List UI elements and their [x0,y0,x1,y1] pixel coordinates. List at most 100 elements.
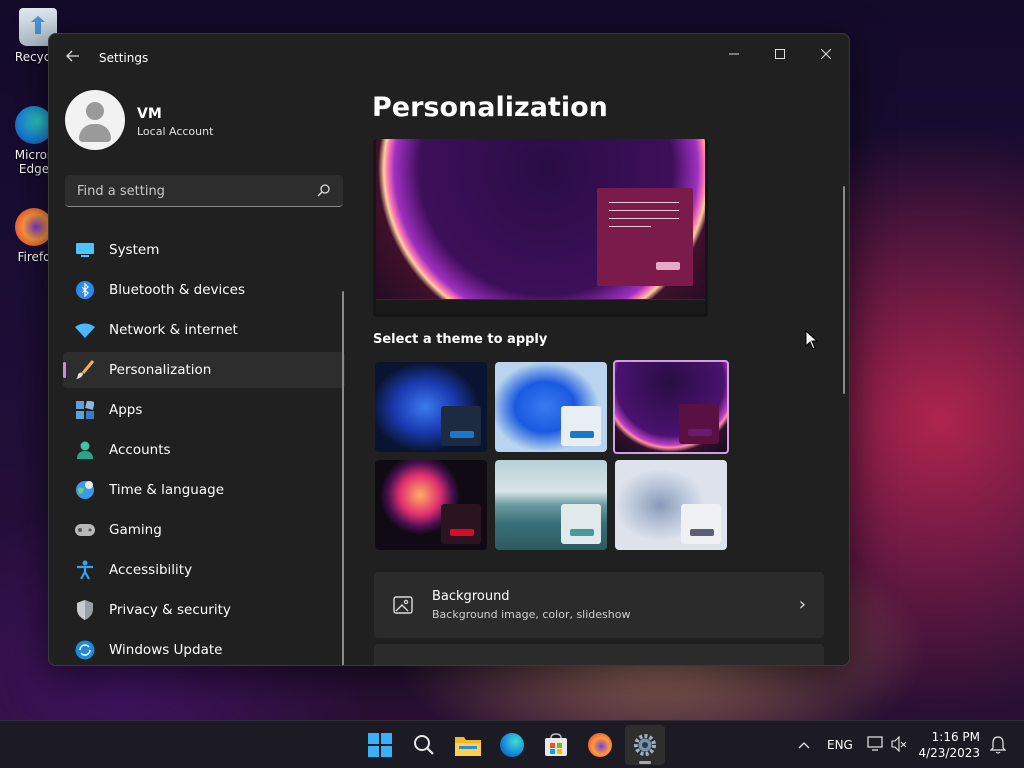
brush-icon [75,360,95,380]
store-button[interactable] [542,731,570,759]
network-icon[interactable] [867,735,885,755]
accessibility-icon [75,560,95,580]
settings-icon [634,734,656,756]
back-arrow-icon [66,50,79,62]
preview-line [609,202,679,203]
sidebar-item-accessibility[interactable]: Accessibility [63,552,345,588]
sidebar-item-system[interactable]: System [63,232,345,268]
search-box[interactable] [65,175,343,207]
theme-windows-dark[interactable] [375,362,487,452]
avatar[interactable] [65,90,125,150]
mouse-cursor-icon [805,330,819,350]
window-title: Settings [99,51,149,65]
sidebar-item-network[interactable]: Network & internet [63,312,345,348]
theme-accent-bar [570,529,594,536]
firefox-icon [588,733,612,757]
chevron-up-icon[interactable] [794,738,814,752]
user-name: VM [137,106,162,122]
maximize-button[interactable] [757,40,803,70]
sidebar-item-privacy[interactable]: Privacy & security [63,592,345,628]
update-icon [75,640,95,660]
store-icon [545,733,567,756]
background-setting[interactable]: Background Background image, color, slid… [374,572,824,638]
system-tray: ENG [794,721,907,768]
sidebar-item-label: Accessibility [109,562,193,578]
clock-date: 4/23/2023 [918,746,980,760]
file-explorer-button[interactable] [454,731,482,759]
clock[interactable]: 1:16 PM 4/23/2023 [918,729,980,761]
preview-taskbar [376,299,705,314]
sidebar-item-personalization[interactable]: Personalization [63,352,345,388]
preview-line [609,210,679,211]
content-scrollbar[interactable] [843,186,845,394]
wifi-icon [75,320,95,340]
theme-window-preview [679,404,719,444]
sidebar-item-time-language[interactable]: Time & language [63,472,345,508]
settings-window: Settings VM Local Account System [48,33,850,666]
firefox-button[interactable] [586,731,614,759]
sidebar-item-label: Apps [109,402,143,418]
accounts-icon [75,440,95,460]
theme-flow[interactable] [615,460,727,550]
volume-muted-icon[interactable] [891,735,907,755]
theme-captured-motion[interactable] [495,460,607,550]
minimize-button[interactable] [711,40,757,70]
shield-icon [75,600,95,620]
sidebar-item-label: Network & internet [109,322,238,338]
preview-window [597,188,693,286]
theme-window-preview [441,406,481,446]
bluetooth-icon [75,280,95,300]
sidebar-item-bluetooth[interactable]: Bluetooth & devices [63,272,345,308]
theme-window-preview [681,504,721,544]
sidebar-item-label: Windows Update [109,642,223,658]
chevron-right-icon: › [798,594,806,615]
next-setting-card[interactable] [374,644,824,665]
user-account-type: Local Account [137,125,214,138]
nav-list: System Bluetooth & devices Network & int… [63,232,345,665]
sidebar-item-gaming[interactable]: Gaming [63,512,345,548]
theme-section-heading: Select a theme to apply [373,332,548,347]
edge-button[interactable] [498,731,526,759]
search-icon [317,184,330,197]
theme-window-preview [561,406,601,446]
sidebar-item-label: Time & language [109,482,225,498]
apps-icon [75,400,95,420]
theme-window-preview [441,504,481,544]
sidebar-item-label: Personalization [109,362,212,378]
gamepad-icon [75,520,95,540]
search-button[interactable] [410,731,438,759]
minimize-icon [729,53,739,55]
theme-preview [373,139,708,317]
back-button[interactable] [63,48,83,68]
language-indicator[interactable]: ENG [827,738,853,752]
close-icon [820,48,832,60]
maximize-icon [775,49,785,59]
notification-bell-icon [989,736,1007,754]
page-title: Personalization [372,92,608,123]
theme-windows-light[interactable] [495,362,607,452]
taskbar: ENG 1:16 PM 4/23/2023 [0,720,1024,768]
sidebar-item-label: Accounts [109,442,171,458]
nav-scrollbar[interactable] [342,291,344,665]
close-button[interactable] [803,40,849,70]
sidebar-item-accounts[interactable]: Accounts [63,432,345,468]
theme-accent-bar [688,429,712,436]
image-icon [393,596,413,614]
sidebar-item-label: Gaming [109,522,162,538]
theme-windows-spotlight[interactable] [613,360,729,454]
settings-button[interactable] [625,725,665,765]
preview-line [609,218,679,219]
theme-glow[interactable] [375,460,487,550]
avatar-body [79,124,111,142]
file-explorer-icon [455,737,481,756]
sidebar-item-apps[interactable]: Apps [63,392,345,428]
start-button[interactable] [366,731,394,759]
notification-button[interactable] [989,736,1007,758]
system-icon [75,240,95,260]
sidebar-item-label: System [109,242,160,258]
theme-accent-bar [450,431,474,438]
theme-accent-bar [690,529,714,536]
edge-icon [500,733,524,757]
search-input[interactable] [75,181,309,201]
sidebar-item-windows-update[interactable]: Windows Update [63,632,345,665]
